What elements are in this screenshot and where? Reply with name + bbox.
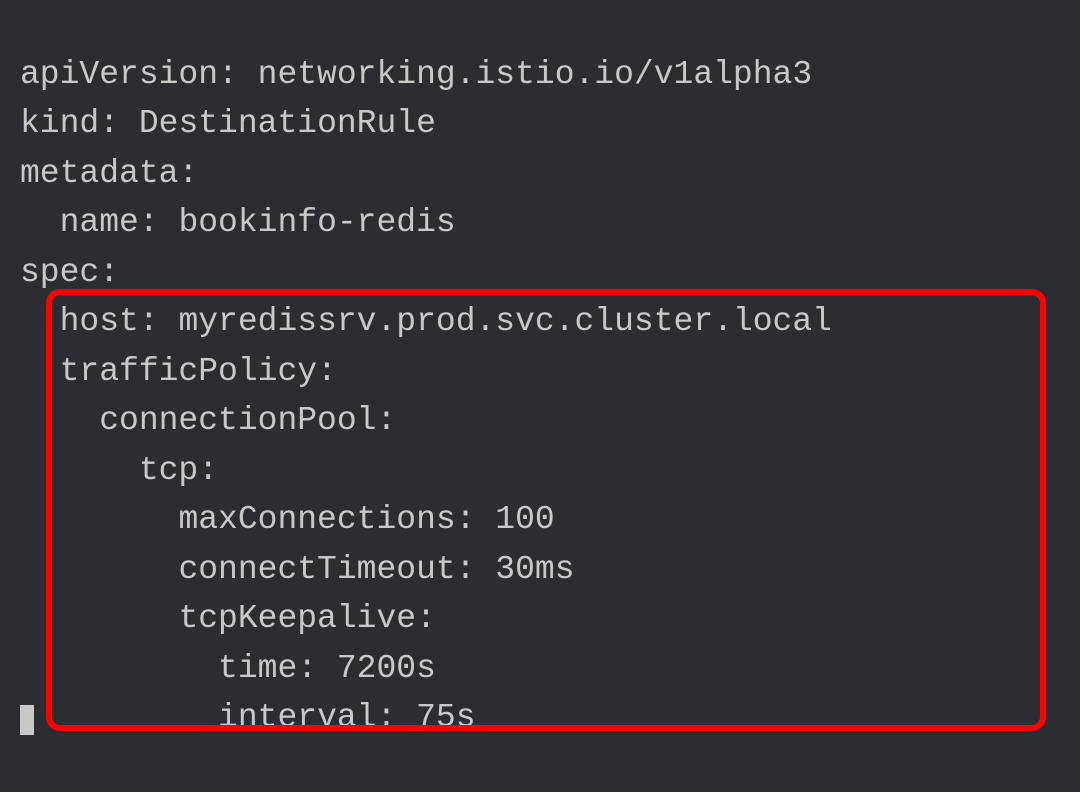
indent [20, 303, 60, 340]
yaml-key: spec: [20, 254, 119, 291]
yaml-value: 7200s [317, 650, 436, 687]
code-line-2: kind: DestinationRule [20, 99, 1080, 149]
code-line-9: tcp: [20, 446, 1080, 496]
yaml-key: apiVersion: [20, 56, 238, 93]
text-cursor [20, 705, 34, 735]
code-line-10: maxConnections: 100 [20, 495, 1080, 545]
indent [20, 650, 218, 687]
indent [20, 551, 178, 588]
yaml-key: tcp: [139, 452, 218, 489]
yaml-key: metadata: [20, 155, 198, 192]
yaml-key: interval: [218, 699, 396, 736]
yaml-value: DestinationRule [119, 105, 436, 142]
code-line-14: interval: 75s [20, 693, 1080, 743]
yaml-value: 75s [396, 699, 475, 736]
indent [20, 353, 60, 390]
yaml-key: maxConnections: [178, 501, 475, 538]
indent [20, 452, 139, 489]
indent [20, 402, 99, 439]
code-block: apiVersion: networking.istio.io/v1alpha3… [0, 0, 1080, 792]
yaml-value: 100 [476, 501, 555, 538]
code-line-5: spec: [20, 248, 1080, 298]
indent [20, 501, 178, 538]
code-line-8: connectionPool: [20, 396, 1080, 446]
code-line-3: metadata: [20, 149, 1080, 199]
code-line-12: tcpKeepalive: [20, 594, 1080, 644]
yaml-key: name: [60, 204, 159, 241]
yaml-value: bookinfo-redis [159, 204, 456, 241]
yaml-value: 30ms [476, 551, 575, 588]
yaml-key: kind: [20, 105, 119, 142]
code-line-11: connectTimeout: 30ms [20, 545, 1080, 595]
indent [20, 204, 60, 241]
yaml-key: connectionPool: [99, 402, 396, 439]
yaml-value: networking.istio.io/v1alpha3 [238, 56, 812, 93]
yaml-value: myredissrv.prod.svc.cluster.local [159, 303, 832, 340]
code-line-6: host: myredissrv.prod.svc.cluster.local [20, 297, 1080, 347]
yaml-key: tcpKeepalive: [178, 600, 435, 637]
indent [20, 699, 218, 736]
yaml-key: trafficPolicy: [60, 353, 337, 390]
yaml-key: connectTimeout: [178, 551, 475, 588]
code-line-1: apiVersion: networking.istio.io/v1alpha3 [20, 50, 1080, 100]
yaml-key: time: [218, 650, 317, 687]
code-line-4: name: bookinfo-redis [20, 198, 1080, 248]
indent [20, 600, 178, 637]
code-line-13: time: 7200s [20, 644, 1080, 694]
code-line-7: trafficPolicy: [20, 347, 1080, 397]
yaml-key: host: [60, 303, 159, 340]
